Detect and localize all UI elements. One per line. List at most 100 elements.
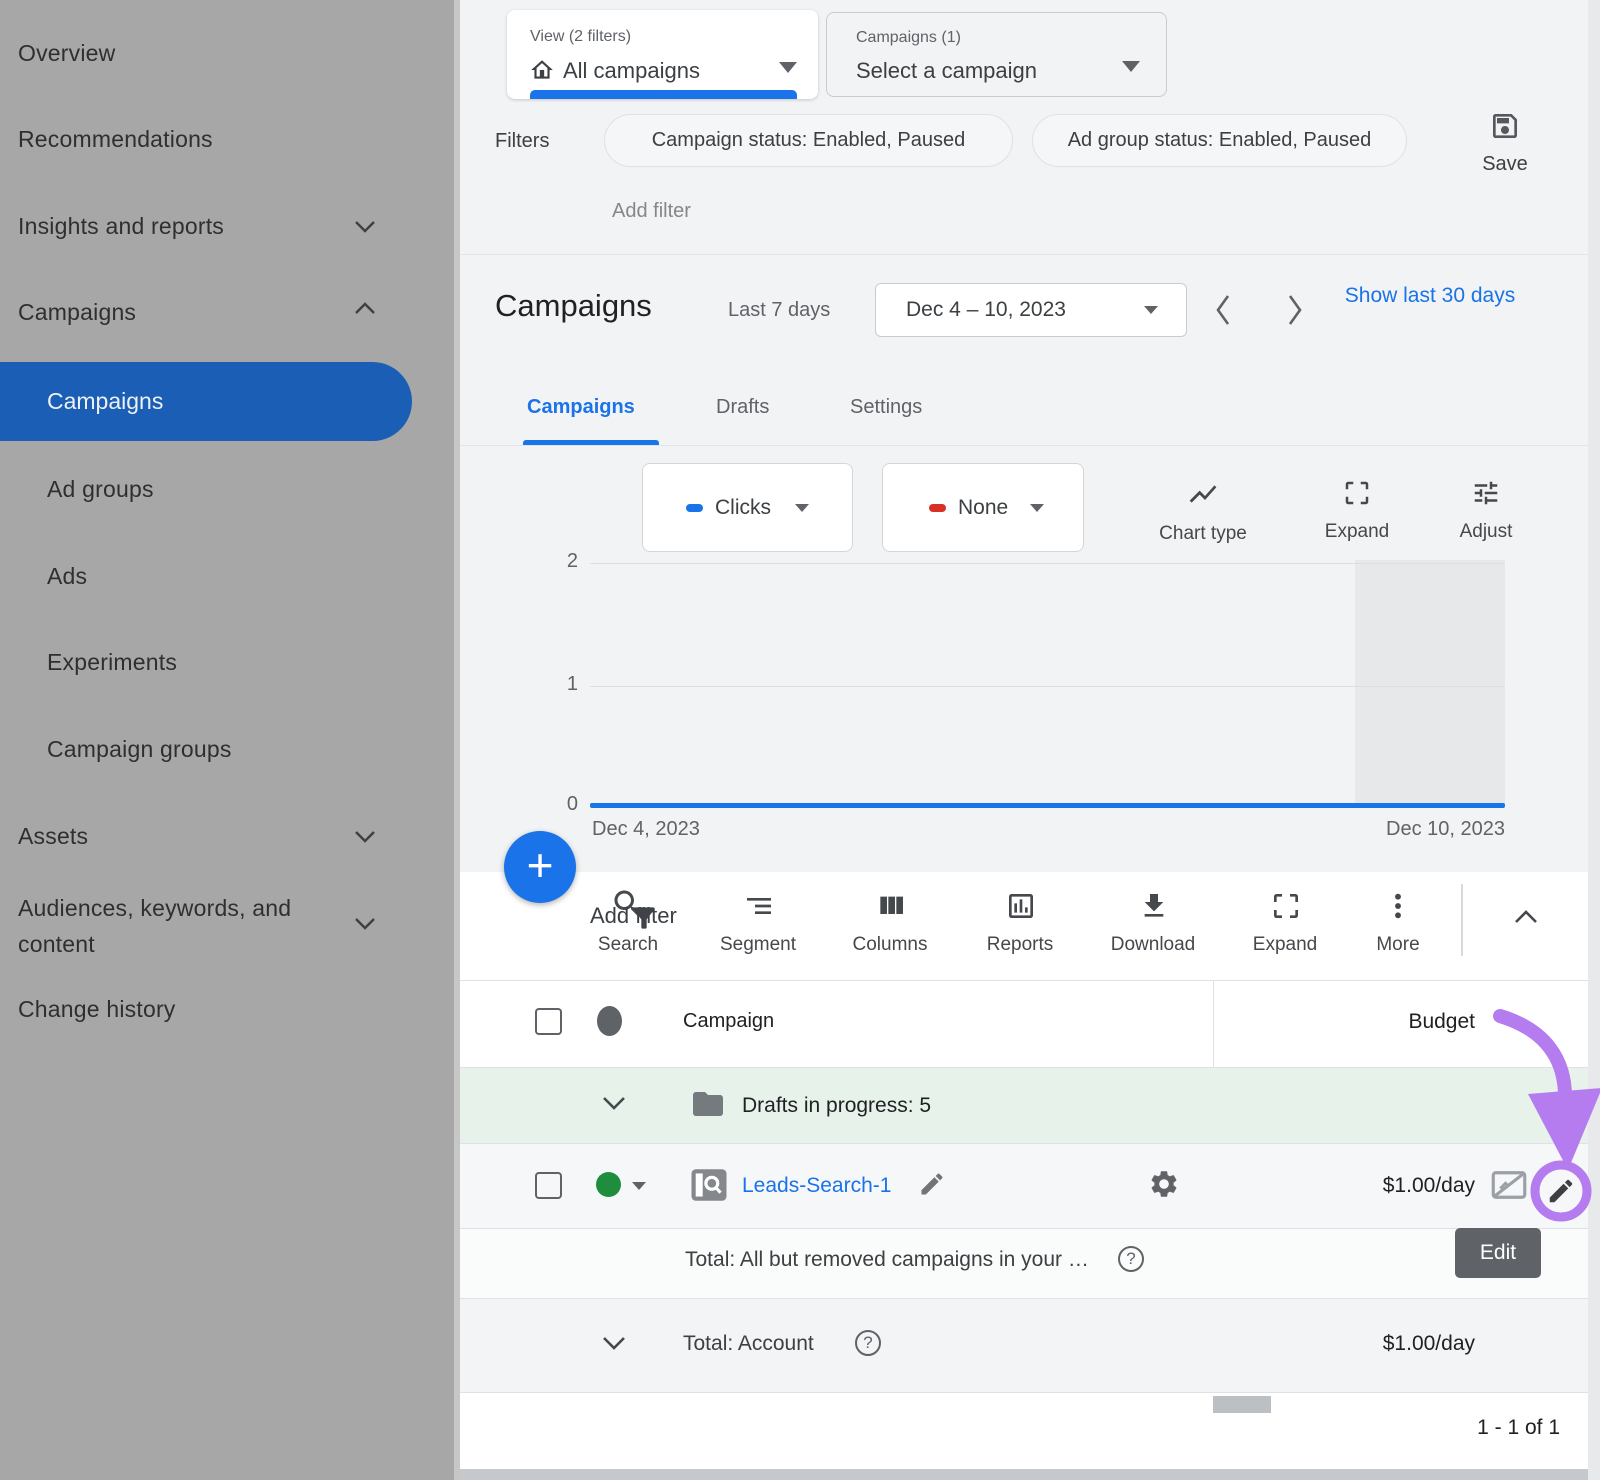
metric-primary-value: Clicks — [715, 496, 771, 520]
toolbar-reports-label[interactable]: Reports — [965, 934, 1075, 956]
budget-report-disabled-icon — [1488, 1164, 1530, 1211]
sidebar-item-label: Campaigns — [47, 388, 163, 415]
y-axis-tick-0: 0 — [552, 793, 578, 816]
vertical-scrollbar-track[interactable] — [1588, 0, 1600, 1480]
sidebar-item-experiments[interactable]: Experiments — [47, 649, 177, 676]
tab-settings[interactable]: Settings — [850, 396, 922, 419]
adjust-chart-button[interactable]: Adjust — [1431, 478, 1541, 543]
campaign-name-link[interactable]: Leads-Search-1 — [742, 1174, 891, 1198]
chevron-down-icon — [1144, 306, 1158, 314]
sidebar-item-recommendations[interactable]: Recommendations — [18, 126, 213, 153]
sidebar-item-ad-groups[interactable]: Ad groups — [47, 476, 154, 503]
metric-color-swatch — [929, 504, 946, 512]
date-range-label: Last 7 days — [728, 299, 830, 322]
filters-label: Filters — [495, 130, 549, 153]
expand-chart-button[interactable]: Expand — [1302, 478, 1412, 543]
column-header-campaign[interactable]: Campaign — [683, 1010, 774, 1033]
adjust-icon — [1471, 478, 1501, 508]
y-axis-tick-2: 2 — [552, 550, 578, 573]
expand-icon — [1342, 478, 1372, 508]
previous-period-button[interactable] — [1212, 292, 1234, 333]
date-range-picker[interactable]: Dec 4 – 10, 2023 — [875, 283, 1187, 337]
segment-icon[interactable] — [743, 890, 775, 927]
toolbar-segment-label[interactable]: Segment — [703, 934, 813, 956]
sidebar-item-campaigns-parent[interactable]: Campaigns — [18, 299, 136, 326]
sidebar-item-audiences-keywords-content[interactable]: Audiences, keywords, and content — [18, 890, 348, 962]
edit-budget-pencil-icon[interactable] — [1546, 1176, 1576, 1211]
tab-campaigns[interactable]: Campaigns — [527, 396, 635, 419]
drafts-group-row — [460, 1067, 1588, 1143]
show-last-30-days-link[interactable]: Show last 30 days — [1340, 280, 1520, 312]
table-top-border — [460, 980, 1588, 981]
collapse-table-button[interactable] — [1512, 908, 1540, 931]
add-filter-link[interactable]: Add filter — [612, 200, 691, 223]
row-checkbox[interactable] — [535, 1172, 562, 1199]
horizontal-scrollbar-thumb[interactable] — [1213, 1396, 1271, 1413]
select-all-checkbox[interactable] — [535, 1008, 562, 1035]
gridline-y2 — [590, 563, 1505, 564]
sidebar-item-overview[interactable]: Overview — [18, 40, 115, 67]
toolbar-columns-label[interactable]: Columns — [835, 934, 945, 956]
view-selector[interactable]: View (2 filters) All campaigns — [507, 10, 818, 99]
add-campaign-fab[interactable]: + — [504, 831, 576, 903]
campaign-selector[interactable]: Campaigns (1) Select a campaign — [826, 12, 1167, 97]
chevron-down-icon[interactable] — [352, 218, 378, 234]
column-header-budget[interactable]: Budget — [1213, 1010, 1475, 1034]
status-enabled-dot[interactable] — [596, 1172, 621, 1197]
drafts-group-label[interactable]: Drafts in progress: 5 — [742, 1094, 931, 1118]
sidebar-item-insights-and-reports[interactable]: Insights and reports — [18, 213, 224, 240]
sidebar-item-ads[interactable]: Ads — [47, 563, 87, 590]
sidebar-item-assets[interactable]: Assets — [18, 823, 88, 850]
filter-funnel-icon — [628, 902, 660, 939]
gridline-y1 — [590, 686, 1505, 687]
toolbar-more-label[interactable]: More — [1343, 934, 1453, 956]
help-icon[interactable]: ? — [855, 1330, 881, 1356]
expand-total-icon[interactable] — [600, 1334, 628, 1357]
toolbar-expand-label[interactable]: Expand — [1230, 934, 1340, 956]
x-axis-label-start: Dec 4, 2023 — [592, 818, 700, 841]
sidebar-item-campaigns-selected[interactable]: Campaigns — [0, 362, 412, 441]
download-icon[interactable] — [1138, 890, 1170, 927]
campaign-settings-gear-icon[interactable] — [1148, 1168, 1180, 1205]
total-account-budget: $1.00/day — [1213, 1332, 1475, 1356]
row-divider — [460, 1143, 1588, 1144]
edit-name-pencil-icon[interactable] — [918, 1170, 946, 1203]
sidebar-item-campaign-groups[interactable]: Campaign groups — [47, 736, 232, 763]
view-selector-value: All campaigns — [563, 58, 700, 84]
row-divider — [460, 1067, 1588, 1068]
row-divider — [460, 1298, 1588, 1299]
adjust-label: Adjust — [1431, 521, 1541, 543]
row-divider — [460, 1228, 1588, 1229]
chevron-down-icon[interactable] — [352, 915, 378, 931]
next-period-button[interactable] — [1284, 292, 1306, 333]
save-button[interactable]: Save — [1465, 110, 1545, 176]
metric-selector-primary[interactable]: Clicks — [642, 463, 853, 552]
y-axis-tick-1: 1 — [552, 673, 578, 696]
bottom-scrollbar-track[interactable] — [460, 1469, 1600, 1480]
status-dropdown-icon[interactable] — [632, 1182, 646, 1190]
sidebar-item-change-history[interactable]: Change history — [18, 996, 176, 1023]
columns-icon[interactable] — [875, 890, 907, 927]
save-label: Save — [1465, 153, 1545, 176]
more-icon[interactable] — [1382, 890, 1414, 927]
expand-table-icon[interactable] — [1270, 890, 1302, 927]
collapse-group-icon[interactable] — [600, 1094, 628, 1117]
chevron-down-icon — [795, 504, 809, 512]
tab-drafts[interactable]: Drafts — [716, 396, 769, 419]
reports-icon[interactable] — [1005, 890, 1037, 927]
chart-type-label: Chart type — [1148, 523, 1258, 545]
help-icon[interactable]: ? — [1118, 1246, 1144, 1272]
chevron-up-icon[interactable] — [352, 300, 378, 316]
chart-type-button[interactable]: Chart type — [1148, 478, 1258, 545]
chevron-down-icon — [779, 62, 797, 73]
filter-chip-campaign-status[interactable]: Campaign status: Enabled, Paused — [604, 114, 1013, 167]
home-icon — [529, 57, 555, 83]
metric-selector-secondary[interactable]: None — [882, 463, 1084, 552]
filter-chip-ad-group-status[interactable]: Ad group status: Enabled, Paused — [1032, 114, 1407, 167]
metric-color-swatch — [686, 504, 703, 512]
active-view-indicator — [530, 90, 797, 99]
metric-secondary-value: None — [958, 496, 1008, 520]
chevron-down-icon[interactable] — [352, 828, 378, 844]
save-icon — [1489, 110, 1521, 142]
toolbar-download-label[interactable]: Download — [1098, 934, 1208, 956]
